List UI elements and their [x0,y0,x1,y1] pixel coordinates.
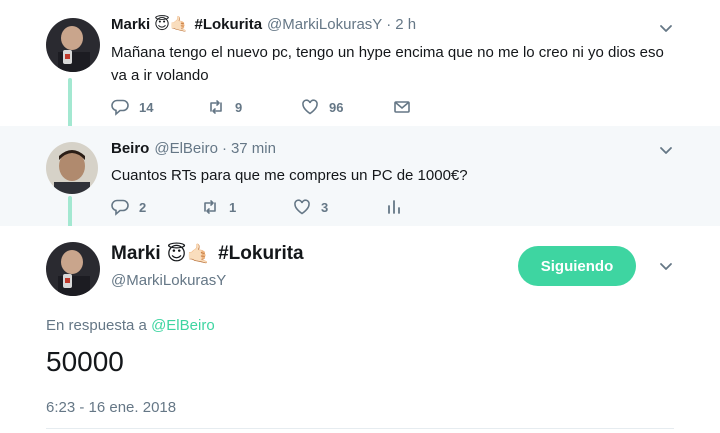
display-name[interactable]: Marki [111,16,150,33]
username[interactable]: @ElBeiro [154,140,218,157]
reply-count: 14 [139,99,154,115]
like-button[interactable]: 96 [301,98,393,116]
display-name-text[interactable]: Marki [111,243,161,265]
reply-icon [111,199,129,216]
username[interactable]: @MarkiLokurasY [267,16,382,33]
reply-count: 2 [139,199,147,215]
timestamp[interactable]: 37 min [231,140,276,157]
reply-prefix: En respuesta a [46,317,147,334]
timestamp[interactable]: 6:23 - 16 ene. 2018 [46,399,176,416]
direct-message-button[interactable] [393,98,411,116]
name-hashtag[interactable]: #Lokurita [218,243,304,265]
tweet-text: Mañana tengo el nuevo pc, tengo un hype … [111,44,664,84]
reply-button[interactable]: 14 [111,98,207,116]
analytics-button[interactable] [385,198,403,216]
chevron-down-icon[interactable] [658,20,674,36]
like-button[interactable]: 3 [293,198,385,216]
reply-context: En respuesta a @ElBeiro [46,317,215,334]
tweet-actions: 2 1 3 [111,198,403,216]
following-button[interactable]: Siguiendo [518,246,636,286]
tweet-text: 50000 [46,346,124,377]
display-name[interactable]: Marki 😇🤙🏻 #Lokurita [111,243,304,265]
reply-to-link[interactable]: @ElBeiro [151,317,215,334]
analytics-icon [388,200,400,214]
retweet-button[interactable]: 1 [201,198,293,216]
divider [46,428,674,429]
tweet-beiro[interactable]: Beiro @ElBeiro · 37 min Cuantos RTs para… [0,126,720,228]
tweet-marki[interactable]: Marki 😇🤙🏻 #Lokurita @MarkiLokurasY · 2 h… [0,0,720,134]
like-icon [302,99,318,115]
reply-icon [111,99,129,116]
thread-line [68,196,72,228]
tweet-header: Beiro @ElBeiro · 37 min [111,140,276,157]
name-emojis: 😇🤙🏻 [154,16,189,33]
like-count: 96 [329,99,344,115]
retweet-count: 9 [235,99,243,115]
name-hashtag[interactable]: #Lokurita [195,16,263,33]
timestamp[interactable]: 2 h [395,16,416,33]
retweet-count: 1 [229,199,237,215]
display-name[interactable]: Beiro [111,140,149,157]
reply-button[interactable]: 2 [111,198,201,216]
avatar[interactable] [46,142,98,194]
like-icon [294,199,310,215]
main-tweet: Marki 😇🤙🏻 #Lokurita @MarkiLokurasY Sigui… [0,226,720,433]
tweet-header: Marki 😇🤙🏻 #Lokurita @MarkiLokurasY · 2 h [111,16,417,33]
tweet-actions: 14 9 96 [111,98,411,116]
chevron-down-icon[interactable] [658,258,674,274]
avatar[interactable] [46,18,100,72]
retweet-icon [210,100,222,114]
avatar[interactable] [46,242,100,296]
tweet-text: Cuantos RTs para que me compres un PC de… [111,167,468,184]
like-count: 3 [321,199,329,215]
chevron-down-icon[interactable] [658,142,674,158]
direct-message-icon [394,101,410,113]
username[interactable]: @MarkiLokurasY [111,272,226,289]
retweet-icon [204,200,216,214]
retweet-button[interactable]: 9 [207,98,301,116]
name-emojis: 😇🤙🏻 [166,243,211,265]
